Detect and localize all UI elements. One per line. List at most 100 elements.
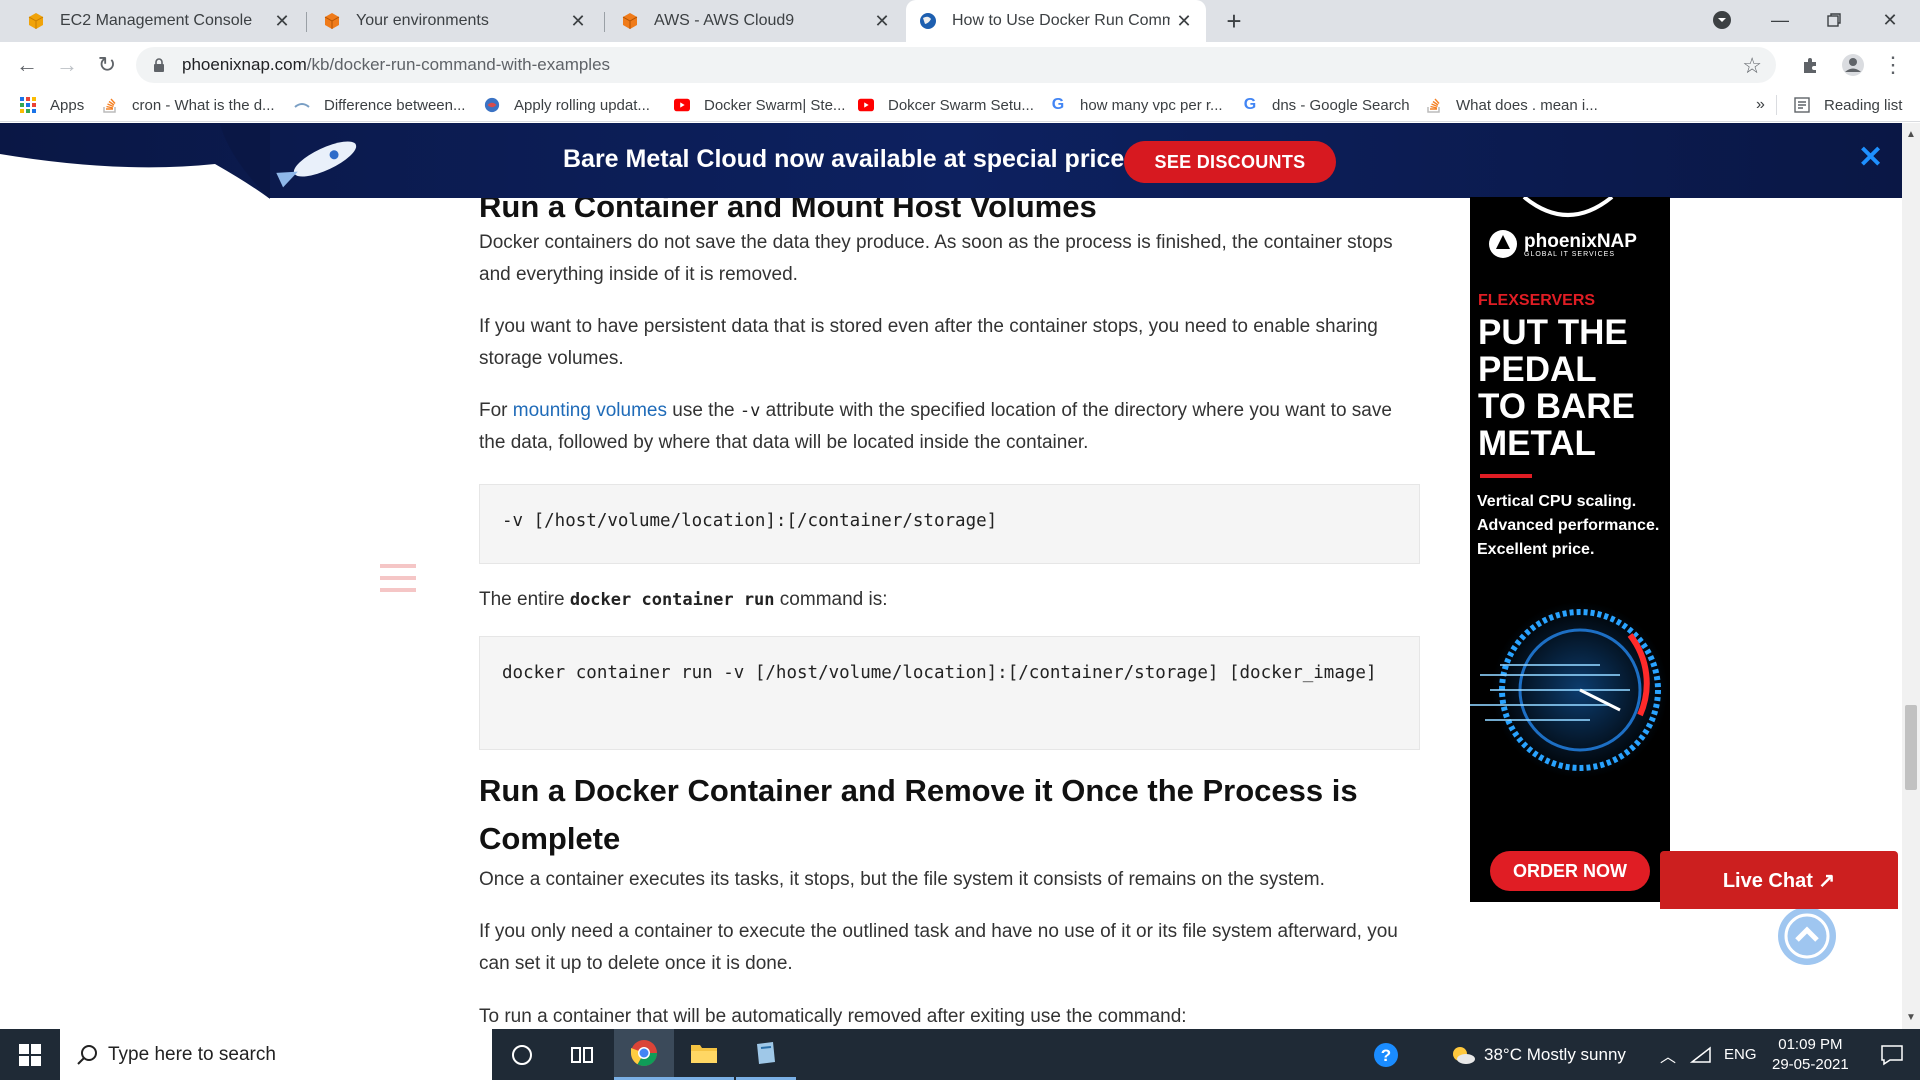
tab-search-button[interactable] (1692, 0, 1752, 40)
headline-line: TO BARE (1478, 387, 1635, 426)
clock[interactable]: 01:09 PM 29-05-2021 (1772, 1029, 1849, 1080)
intel-logo (1522, 197, 1614, 217)
rocket-icon (276, 141, 357, 188)
weather-widget[interactable]: 38°C Mostly sunny (1450, 1029, 1626, 1080)
taskbar-search[interactable]: Type here to search (60, 1029, 492, 1080)
section-heading: Run a Docker Container and Remove it Onc… (479, 773, 1358, 856)
start-button[interactable] (0, 1029, 60, 1080)
text: For (479, 400, 513, 421)
tab-strip: EC2 Management Console ✕ Your environmen… (0, 0, 1920, 42)
wifi-icon (1690, 1045, 1711, 1063)
reading-list-label: Reading list (1824, 96, 1903, 114)
ad-bullets: Vertical CPU scaling. Advanced performan… (1477, 490, 1659, 562)
paragraph: If you want to have persistent data that… (479, 316, 1378, 369)
bookmark-label: Docker Swarm| Ste... (704, 96, 846, 114)
bookmark-apps[interactable]: Apps (20, 88, 84, 122)
menu-button[interactable]: ⋮ (1878, 50, 1908, 80)
see-discounts-button[interactable]: SEE DISCOUNTS (1124, 141, 1336, 183)
ad-bullet: Advanced performance. (1477, 517, 1660, 534)
bookmark-label: Dokcer Swarm Setu... (888, 96, 1034, 114)
help-icon: ? (1374, 1042, 1398, 1067)
tab-docker-run[interactable]: How to Use Docker Run Comma ✕ (906, 0, 1206, 42)
sidebar-ad[interactable]: phoenixNAP GLOBAL IT SERVICES FLEXSERVER… (1470, 197, 1670, 902)
paragraph: Docker containers do not save the data t… (479, 232, 1393, 285)
close-banner-button[interactable]: ✕ (1858, 143, 1883, 173)
extensions-button[interactable] (1796, 50, 1826, 80)
tab-separator (604, 12, 605, 32)
language-indicator[interactable]: ENG (1724, 1029, 1757, 1080)
network-icon[interactable] (1690, 1029, 1712, 1080)
chrome-icon (630, 1040, 658, 1067)
ad-divider (1480, 474, 1532, 478)
tab-title: How to Use Docker Run Comma (952, 12, 1170, 29)
help-button[interactable]: ? (1356, 1029, 1416, 1080)
tab-title: EC2 Management Console (60, 12, 253, 29)
forward-button[interactable]: → (52, 50, 82, 80)
hamburger-icon (380, 564, 416, 592)
show-hidden-icons-button[interactable]: ︿ (1660, 1029, 1676, 1080)
minimize-button[interactable]: — (1750, 0, 1810, 40)
bookmark-item[interactable]: G how many vpc per r... (1050, 88, 1223, 122)
windows-logo-icon (19, 1043, 41, 1066)
inline-code: docker container run (569, 590, 775, 610)
address-bar[interactable]: phoenixnap.com/kb/docker-run-command-wit… (136, 47, 1776, 83)
page-scrollbar[interactable]: ▲ ▼ (1902, 123, 1920, 1029)
restore-icon (1827, 13, 1841, 27)
close-icon[interactable]: ✕ (568, 11, 588, 31)
scrollbar-thumb[interactable] (1905, 705, 1917, 790)
bookmark-star-icon[interactable]: ☆ (1742, 53, 1762, 79)
notification-icon (1881, 1044, 1903, 1065)
chevron-up-icon: ︿ (1660, 1048, 1677, 1066)
scroll-down-arrow[interactable]: ▼ (1906, 1012, 1916, 1023)
new-tab-button[interactable]: + (1220, 7, 1248, 35)
file-explorer-button[interactable] (674, 1029, 734, 1080)
bookmark-item[interactable]: G dns - Google Search (1242, 88, 1410, 122)
app-taskbar-button[interactable] (736, 1029, 796, 1080)
circle-icon (512, 1044, 532, 1065)
bookmark-label: cron - What is the d... (132, 96, 275, 114)
bookmark-item[interactable]: Dokcer Swarm Setu... (858, 88, 1034, 122)
close-window-button[interactable]: ✕ (1860, 0, 1920, 40)
task-view-button[interactable] (552, 1029, 612, 1080)
chrome-taskbar-button[interactable] (614, 1029, 674, 1080)
time-text: 01:09 PM (1778, 1035, 1843, 1053)
tab-environments[interactable]: Your environments ✕ (310, 0, 600, 42)
headline-line: PUT THE (1478, 313, 1628, 352)
tab-cloud9[interactable]: AWS - AWS Cloud9 ✕ (608, 0, 904, 42)
bookmark-item[interactable]: What does . mean i... (1426, 88, 1598, 122)
ad-bullet: Excellent price. (1477, 541, 1595, 558)
text: use the (666, 400, 740, 421)
search-placeholder: Type here to search (108, 1043, 276, 1065)
bookmark-item[interactable]: cron - What is the d... (102, 88, 275, 122)
date-text: 29-05-2021 (1772, 1055, 1849, 1073)
phoenixnap-logo: phoenixNAP GLOBAL IT SERVICES (1488, 229, 1637, 259)
reading-list-button[interactable]: Reading list (1794, 88, 1902, 122)
bookmark-item[interactable]: Difference between... (294, 88, 465, 122)
globe-icon (918, 11, 938, 31)
restore-button[interactable] (1804, 0, 1864, 40)
live-chat-button[interactable]: Live Chat ↗ (1660, 851, 1898, 909)
close-icon[interactable]: ✕ (872, 11, 892, 31)
reload-button[interactable]: ↻ (92, 50, 122, 80)
toc-toggle-button[interactable] (380, 563, 416, 593)
mounting-volumes-link[interactable]: mounting volumes (513, 400, 667, 421)
google-icon: G (1051, 96, 1065, 113)
divider (1776, 88, 1777, 122)
scroll-up-arrow[interactable]: ▲ (1906, 129, 1916, 140)
back-to-top-button[interactable] (1778, 907, 1836, 965)
tab-ec2[interactable]: EC2 Management Console ✕ (14, 0, 304, 42)
tab-title: Your environments (356, 12, 489, 29)
cortana-button[interactable] (492, 1029, 552, 1080)
bookmarks-overflow-button[interactable]: » (1756, 88, 1765, 122)
order-now-button[interactable]: ORDER NOW (1490, 851, 1650, 891)
tab-separator (306, 12, 307, 32)
back-button[interactable]: ← (12, 50, 42, 80)
bookmark-item[interactable]: Apply rolling updat... (484, 88, 650, 122)
profile-button[interactable] (1838, 50, 1868, 80)
notifications-button[interactable] (1862, 1029, 1920, 1080)
close-icon[interactable]: ✕ (272, 11, 292, 31)
aws-cube-icon (26, 11, 46, 31)
close-icon[interactable]: ✕ (1174, 11, 1194, 31)
bookmark-item[interactable]: Docker Swarm| Ste... (674, 88, 845, 122)
bookmark-label: Difference between... (324, 96, 466, 114)
